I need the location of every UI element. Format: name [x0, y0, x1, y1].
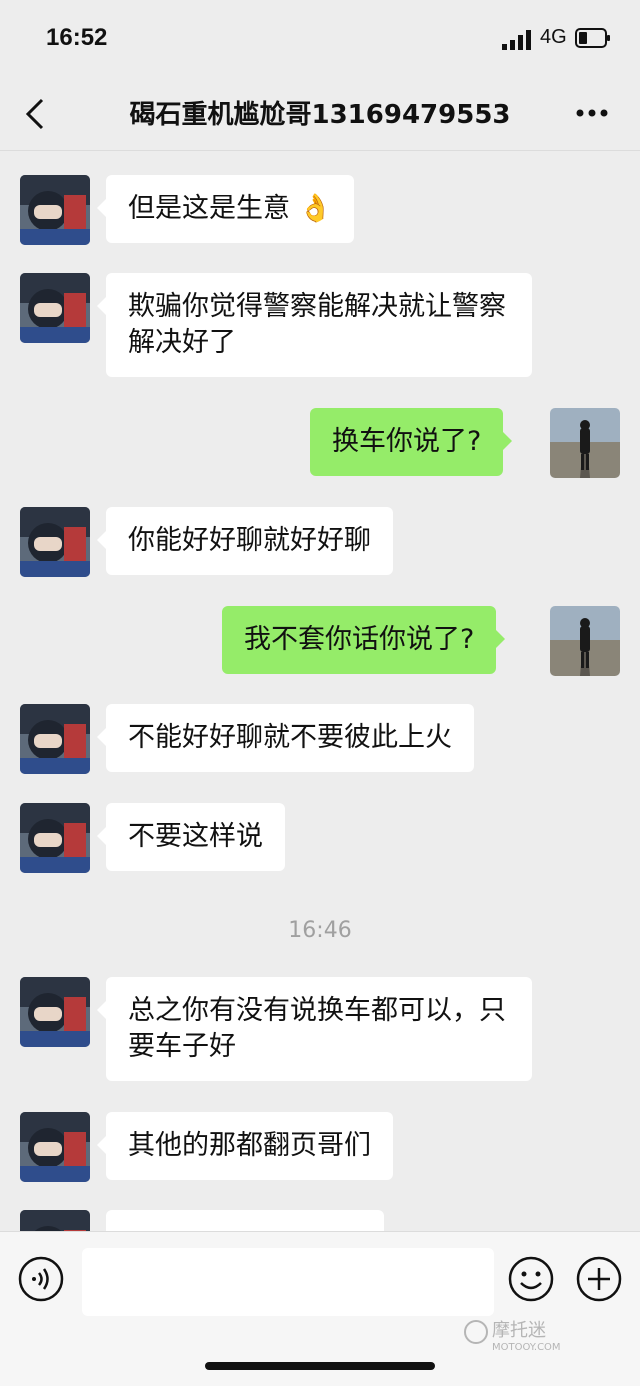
- watermark-text: 摩托迷: [492, 1320, 546, 1341]
- input-bar: 摩托迷 MOTOOY.COM: [0, 1231, 640, 1386]
- message-text: 欺骗你觉得警察能解决就让警察解决好了: [128, 291, 506, 358]
- plus-icon[interactable]: [576, 1256, 622, 1302]
- message-bubble[interactable]: 不能好好聊就不要彼此上火: [97, 704, 474, 772]
- ok-hand-emoji: 👌: [298, 193, 333, 224]
- contact-avatar[interactable]: [20, 1112, 90, 1182]
- more-icon[interactable]: [572, 98, 612, 128]
- status-bar: 16:52 4G: [0, 0, 640, 78]
- contact-avatar[interactable]: [20, 1210, 90, 1231]
- contact-avatar[interactable]: [20, 507, 90, 577]
- signal-icon: [502, 30, 531, 50]
- message-text: 我不套你话你说了?: [244, 624, 475, 655]
- message-bubble[interactable]: 欺骗你觉得警察能解决就让警察解决好了: [97, 273, 532, 377]
- message-bubble[interactable]: 不要这样说: [97, 803, 285, 871]
- contact-avatar[interactable]: [20, 175, 90, 245]
- message-bubble-sent[interactable]: 换车你说了?: [310, 408, 513, 476]
- message-bubble[interactable]: 其他的那都翻页哥们: [97, 1112, 393, 1180]
- message-text: 不要这样说: [128, 821, 263, 852]
- chat-area[interactable]: 但是这是生意 👌 欺骗你觉得警察能解决就让警察解决好了 换车你说了? 你能好好聊…: [0, 151, 640, 1231]
- voice-icon[interactable]: [18, 1256, 64, 1302]
- message-text: 但是这是生意: [128, 193, 290, 224]
- chat-header: 碣石重机尴尬哥13169479553: [0, 78, 640, 151]
- message-text: 其他的那都翻页哥们: [128, 1130, 371, 1161]
- status-time: 16:52: [46, 24, 108, 51]
- message-bubble-partial[interactable]: [106, 1210, 384, 1231]
- my-avatar[interactable]: [550, 408, 620, 478]
- emoji-icon[interactable]: [508, 1256, 554, 1302]
- chat-timestamp: 16:46: [288, 918, 352, 943]
- contact-avatar[interactable]: [20, 803, 90, 873]
- chat-title: 碣石重机尴尬哥13169479553: [129, 100, 511, 130]
- message-bubble[interactable]: 但是这是生意 👌: [96, 175, 355, 243]
- message-bubble[interactable]: 你能好好聊就好好聊: [97, 507, 393, 575]
- message-input[interactable]: [82, 1248, 494, 1316]
- message-bubble[interactable]: 总之你有没有说换车都可以，只要车子好: [97, 977, 532, 1081]
- watermark-subtext: MOTOOY.COM: [492, 1342, 561, 1353]
- network-type: 4G: [540, 26, 567, 48]
- contact-avatar[interactable]: [20, 704, 90, 774]
- watermark-logo: 摩托迷 MOTOOY.COM: [464, 1320, 561, 1353]
- message-text: 不能好好聊就不要彼此上火: [128, 722, 452, 753]
- message-bubble-sent[interactable]: 我不套你话你说了?: [222, 606, 506, 674]
- contact-avatar[interactable]: [20, 273, 90, 343]
- message-text: 换车你说了?: [332, 426, 482, 457]
- battery-icon: [575, 28, 610, 48]
- message-text: 总之你有没有说换车都可以，只要车子好: [128, 995, 506, 1062]
- my-avatar[interactable]: [550, 606, 620, 676]
- message-text: 你能好好聊就好好聊: [128, 525, 371, 556]
- home-indicator[interactable]: [205, 1362, 435, 1370]
- contact-avatar[interactable]: [20, 977, 90, 1047]
